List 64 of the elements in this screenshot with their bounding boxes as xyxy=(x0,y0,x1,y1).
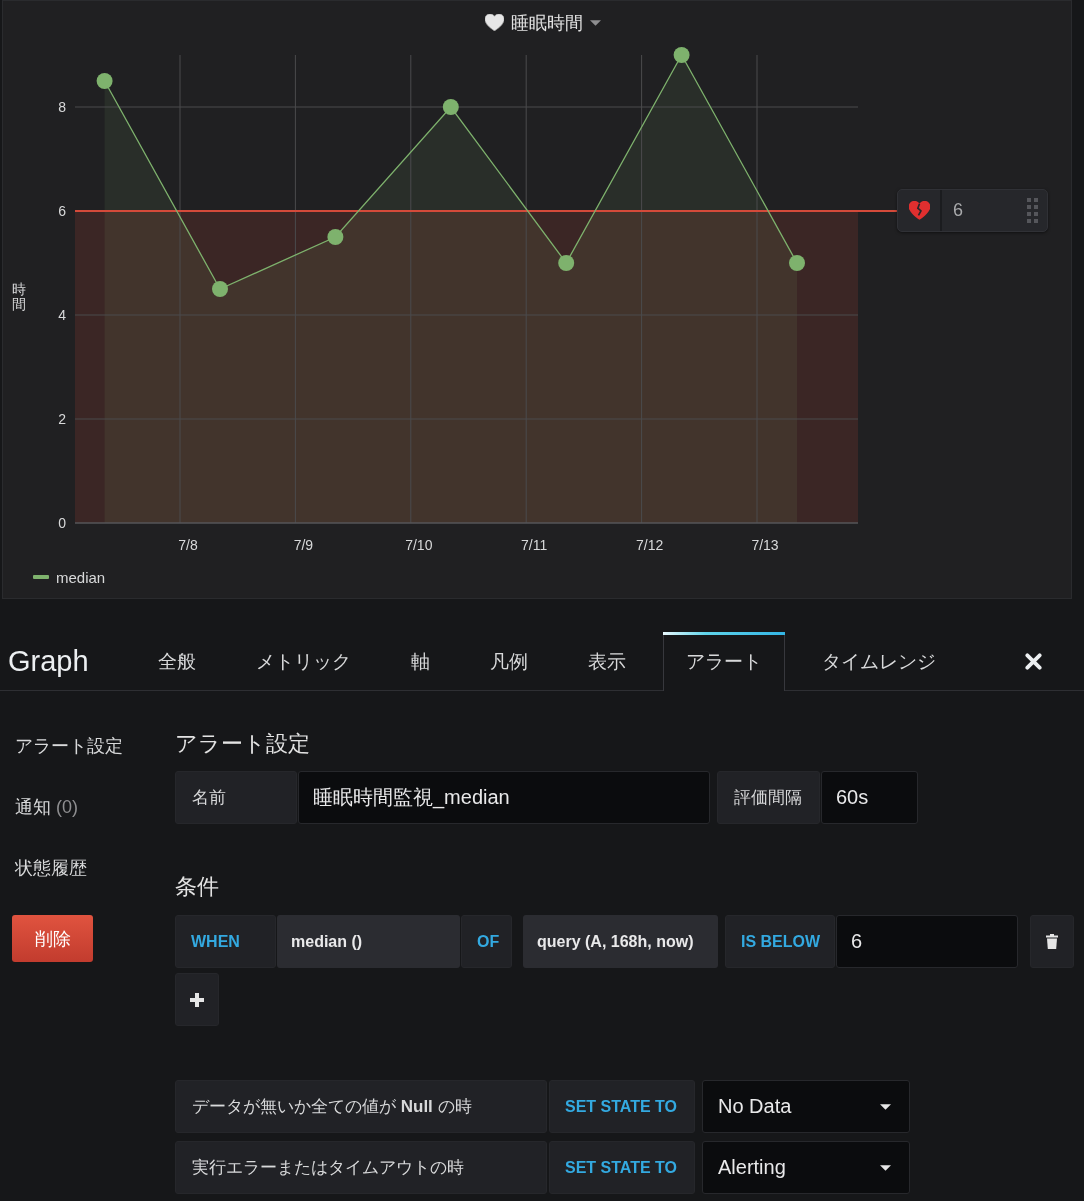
heart-icon xyxy=(485,14,504,31)
editor-title: Graph xyxy=(7,643,90,679)
axis-tick-label: 0 xyxy=(58,515,66,531)
trash-icon xyxy=(1046,934,1058,949)
axis-tick-label: 8 xyxy=(58,99,66,115)
evaluator-selector[interactable]: IS BELOW xyxy=(725,915,835,968)
field-label: 名前 xyxy=(175,771,297,824)
state-select[interactable]: Alerting xyxy=(702,1141,910,1194)
side-nav-link[interactable]: アラート設定 xyxy=(15,734,123,758)
threshold-input[interactable]: 6 xyxy=(836,915,1018,968)
query-selector[interactable]: query (A, 168h, now) xyxy=(523,915,718,968)
keyword-label: OF xyxy=(461,915,512,968)
section-heading: アラート設定 xyxy=(175,731,310,757)
add-condition-button[interactable] xyxy=(175,973,219,1026)
legend-label[interactable]: median xyxy=(56,568,106,586)
side-nav-link[interactable]: 通知 (0) xyxy=(15,795,78,819)
editor-tab[interactable]: 軸 xyxy=(388,632,453,691)
broken-heart-icon xyxy=(908,201,930,220)
caret-icon xyxy=(880,1103,891,1110)
data-point xyxy=(673,47,690,63)
axis-tick-label: 7/10 xyxy=(405,537,433,553)
drag-handle-icon[interactable] xyxy=(1027,198,1038,223)
editor-tab[interactable]: メトリック xyxy=(233,632,374,691)
rule-condition-label: 実行エラーまたはタイムアウトの時 xyxy=(175,1141,547,1194)
remove-condition-button[interactable] xyxy=(1030,915,1074,968)
section-heading: 条件 xyxy=(175,874,219,900)
axis-tick-label: 7/11 xyxy=(521,537,548,553)
delete-button[interactable]: 削除 xyxy=(12,915,93,962)
state-select[interactable]: No Data xyxy=(702,1080,910,1133)
field-label: 評価間隔 xyxy=(717,771,820,824)
editor-tab[interactable]: タイムレンジ xyxy=(799,632,959,691)
axis-tick-label: 2 xyxy=(58,411,66,427)
threshold-value: 6 xyxy=(953,200,963,221)
data-point xyxy=(96,73,113,89)
keyword-label: WHEN xyxy=(175,915,276,968)
editor-tab[interactable]: 全般 xyxy=(135,632,219,691)
rule-condition-label: データが無いか全ての値が Null の時 xyxy=(175,1080,547,1133)
editor-tab[interactable]: 表示 xyxy=(565,632,649,691)
axis-title: 時間 xyxy=(12,282,26,313)
data-point xyxy=(212,281,228,297)
data-point xyxy=(558,255,575,271)
axis-tick-label: 7/12 xyxy=(635,537,664,553)
axis-tick-label: 7/13 xyxy=(751,537,779,553)
close-icon[interactable] xyxy=(1025,652,1042,670)
editor-tab[interactable]: アラート xyxy=(663,632,785,691)
keyword-label: SET STATE TO xyxy=(549,1141,695,1194)
threshold-handle[interactable]: 6 xyxy=(897,189,1048,232)
axis-tick-label: 6 xyxy=(58,203,66,219)
data-point xyxy=(442,99,459,115)
axis-tick-label: 4 xyxy=(58,307,66,323)
panel-title[interactable]: 睡眠時間 xyxy=(511,10,583,35)
side-nav-link[interactable]: 状態履歴 xyxy=(15,856,87,880)
caret-icon xyxy=(880,1164,891,1171)
data-point xyxy=(327,229,344,245)
editor-tab[interactable]: 凡例 xyxy=(467,632,551,691)
input-field[interactable]: 60s xyxy=(821,771,918,824)
axis-tick-label: 7/8 xyxy=(178,537,198,553)
reducer-selector[interactable]: median () xyxy=(277,915,460,968)
caret-icon xyxy=(590,19,601,26)
axis-tick-label: 7/9 xyxy=(293,537,314,553)
plus-icon xyxy=(190,992,204,1007)
keyword-label: SET STATE TO xyxy=(549,1080,695,1133)
input-field[interactable]: 睡眠時間監視_median xyxy=(298,771,710,824)
data-point xyxy=(789,255,805,271)
